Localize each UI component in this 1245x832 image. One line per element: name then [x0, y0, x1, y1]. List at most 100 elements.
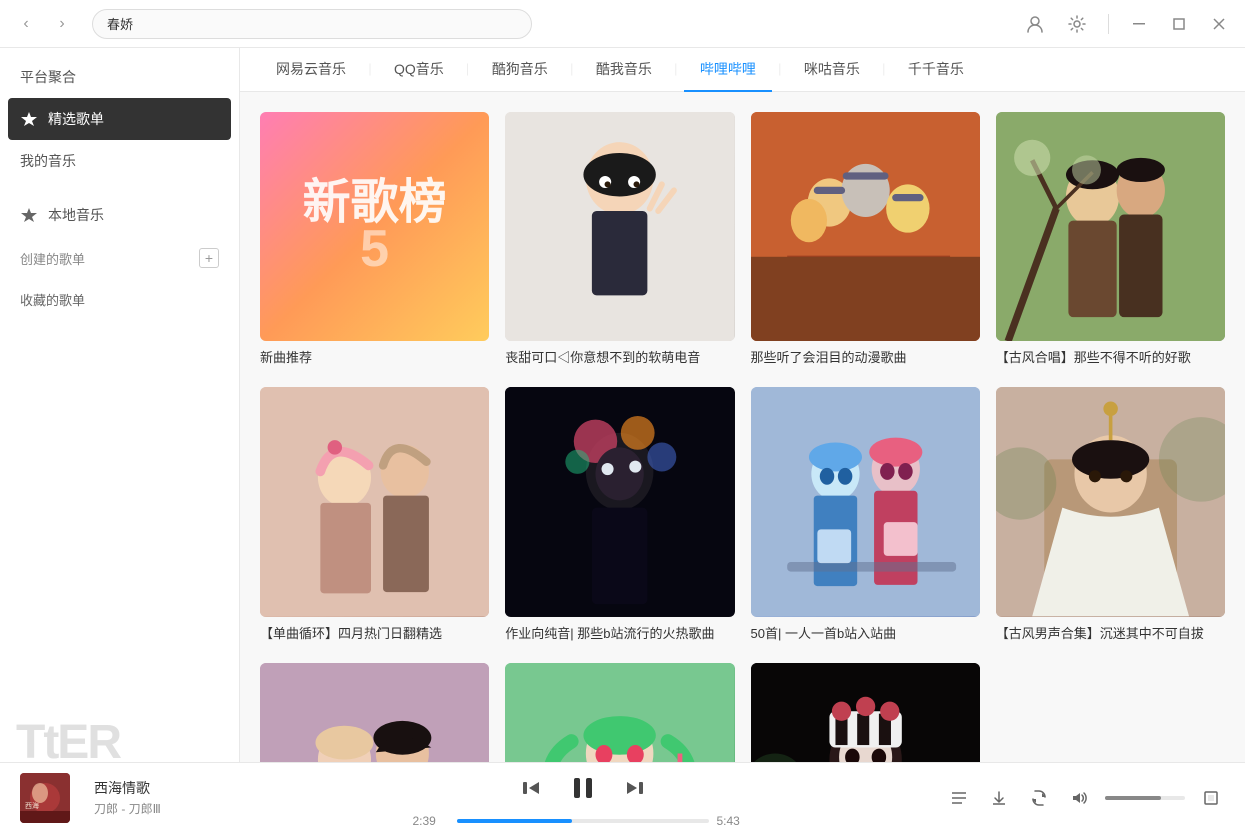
- repeat-icon: [1030, 789, 1048, 807]
- tab-qianqian[interactable]: 千千音乐: [892, 48, 980, 92]
- card-thumb-9: [260, 663, 489, 762]
- card-title-2: 丧甜可口◁你意想不到的软萌电音: [505, 349, 734, 367]
- tab-qq[interactable]: QQ音乐: [378, 48, 460, 92]
- playlist-icon: [950, 789, 968, 807]
- card-art-5: [260, 387, 489, 616]
- next-icon: [625, 778, 645, 798]
- sidebar-label-localmusic: 本地音乐: [48, 205, 104, 225]
- tab-migu[interactable]: 咪咕音乐: [788, 48, 876, 92]
- music-card-4[interactable]: 【古风合唱】那些不得不听的好歌: [996, 112, 1225, 367]
- play-pause-button[interactable]: [563, 768, 603, 808]
- player-progress-row: 2:39 5:43: [413, 814, 753, 828]
- music-card-9[interactable]: 嗯，听他们为你唱首情: [260, 663, 489, 762]
- sep-1: ｜: [362, 61, 378, 78]
- volume-button[interactable]: [1065, 784, 1093, 812]
- player-artist: 刀郎 - 刀郎Ⅲ: [94, 800, 214, 817]
- sidebar-item-localmusic[interactable]: 本地音乐: [0, 194, 239, 236]
- close-button[interactable]: [1205, 10, 1233, 38]
- player-album-art: 西海: [20, 773, 70, 823]
- main-layout: 平台聚合 精选歌单 我的音乐 本地音乐 创建的歌单 + 收藏的歌单: [0, 48, 1245, 762]
- card-title-1: 新曲推荐: [260, 349, 489, 367]
- tab-kuwo[interactable]: 酷我音乐: [580, 48, 668, 92]
- progress-bar[interactable]: [457, 819, 709, 823]
- sidebar-item-platform[interactable]: 平台聚合: [0, 56, 239, 98]
- content-area: 网易云音乐 ｜ QQ音乐 ｜ 酷狗音乐 ｜ 酷我音乐 ｜ 哔哩哔哩 ｜ 咪咕音乐…: [240, 48, 1245, 762]
- music-card-2[interactable]: 丧甜可口◁你意想不到的软萌电音: [505, 112, 734, 367]
- playlist-button[interactable]: [945, 784, 973, 812]
- card-title-4: 【古风合唱】那些不得不听的好歌: [996, 349, 1225, 367]
- card-art-10: [505, 663, 734, 762]
- music-grid: 新歌榜 5 新曲推荐: [260, 112, 1225, 762]
- user-icon-button[interactable]: [1020, 9, 1050, 39]
- close-icon: [1213, 18, 1225, 30]
- settings-icon-button[interactable]: [1062, 9, 1092, 39]
- card-art-11: GARN DE LLA: [751, 663, 980, 762]
- svg-text:西海: 西海: [25, 801, 39, 810]
- search-input[interactable]: [92, 9, 532, 39]
- new-song-num: 5: [360, 223, 389, 275]
- prev-button[interactable]: [515, 772, 547, 804]
- card-thumb-6: [505, 387, 734, 616]
- volume-icon: [1070, 789, 1088, 807]
- tab-bilibili[interactable]: 哔哩哔哩: [684, 48, 772, 92]
- current-time: 2:39: [413, 814, 449, 828]
- music-card-7[interactable]: 50首| 一人一首b站入站曲: [751, 387, 980, 642]
- music-card-10[interactable]: 轻松向丨一张戳你戳饿: [505, 663, 734, 762]
- player-right: [945, 784, 1225, 812]
- music-card-6[interactable]: 作业向纯音| 那些b站流行的火热歌曲: [505, 387, 734, 642]
- fullscreen-icon: [1202, 789, 1220, 807]
- card-svg-9: [260, 663, 489, 762]
- next-button[interactable]: [619, 772, 651, 804]
- music-grid-area: 新歌榜 5 新曲推荐: [240, 92, 1245, 762]
- download-button[interactable]: [985, 784, 1013, 812]
- add-playlist-button[interactable]: +: [199, 248, 219, 268]
- sidebar-label-mymusic: 我的音乐: [20, 151, 76, 171]
- card-thumb-2: [505, 112, 734, 341]
- sidebar-label-platform: 平台聚合: [20, 67, 76, 87]
- card-svg-8: [996, 387, 1225, 616]
- sidebar-decorative-text: TtER: [16, 715, 120, 762]
- player-song-info: 西海情歌 刀郎 - 刀郎Ⅲ: [94, 778, 214, 817]
- sidebar-item-featured[interactable]: 精选歌单: [8, 98, 231, 140]
- card-art-2: [505, 112, 734, 341]
- back-button[interactable]: ‹: [12, 10, 40, 38]
- volume-fill: [1105, 796, 1161, 800]
- card-svg-3: [751, 112, 980, 341]
- forward-button[interactable]: ›: [48, 10, 76, 38]
- music-card-11[interactable]: GARN DE LLA 【日语】那些令人中毒: [751, 663, 980, 762]
- tab-kugou[interactable]: 酷狗音乐: [476, 48, 564, 92]
- local-music-icon: [20, 206, 38, 224]
- sep-2: ｜: [460, 61, 476, 78]
- sidebar-item-collected[interactable]: 收藏的歌单: [0, 280, 239, 318]
- titlebar-right: [1020, 9, 1233, 39]
- fullscreen-button[interactable]: [1197, 784, 1225, 812]
- card-thumb-3: [751, 112, 980, 341]
- restore-icon: [1173, 18, 1185, 30]
- card-thumb-4: [996, 112, 1225, 341]
- new-song-label: 新歌榜 5: [260, 112, 489, 341]
- card-thumb-1: 新歌榜 5: [260, 112, 489, 341]
- volume-bar[interactable]: [1105, 796, 1185, 800]
- card-title-5: 【单曲循环】四月热门日翻精选: [260, 625, 489, 643]
- sep-5: ｜: [772, 61, 788, 78]
- settings-icon: [1067, 14, 1087, 34]
- music-card-8[interactable]: 【古风男声合集】沉迷其中不可自拔: [996, 387, 1225, 642]
- card-thumb-8: [996, 387, 1225, 616]
- music-card-1[interactable]: 新歌榜 5 新曲推荐: [260, 112, 489, 367]
- sep-3: ｜: [564, 61, 580, 78]
- minimize-button[interactable]: [1125, 10, 1153, 38]
- card-svg-4: [996, 112, 1225, 341]
- repeat-button[interactable]: [1025, 784, 1053, 812]
- restore-button[interactable]: [1165, 10, 1193, 38]
- card-title-6: 作业向纯音| 那些b站流行的火热歌曲: [505, 625, 734, 643]
- music-card-5[interactable]: 【单曲循环】四月热门日翻精选: [260, 387, 489, 642]
- player-controls-row: [515, 768, 651, 808]
- card-art-6: [505, 387, 734, 616]
- sidebar-item-mymusic[interactable]: 我的音乐: [0, 140, 239, 182]
- music-card-3[interactable]: 那些听了会泪目的动漫歌曲: [751, 112, 980, 367]
- card-thumb-5: [260, 387, 489, 616]
- card-svg-6: [505, 387, 734, 616]
- tab-wangyi[interactable]: 网易云音乐: [260, 48, 362, 92]
- card-svg-7: [751, 387, 980, 616]
- user-icon: [1025, 14, 1045, 34]
